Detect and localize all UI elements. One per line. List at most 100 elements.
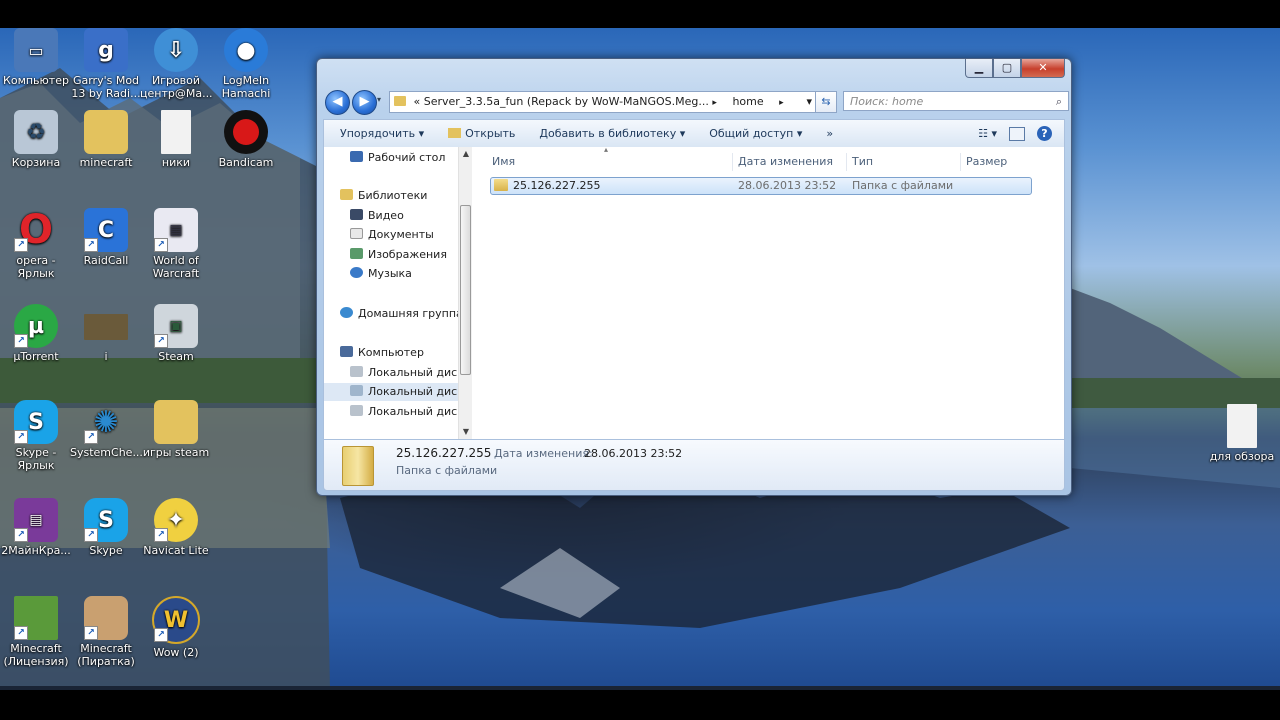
minimize-button[interactable]: ▁	[965, 59, 993, 78]
scroll-up-icon[interactable]: ▲	[459, 147, 472, 161]
desktop-icon-skype[interactable]: S ↗ Skype	[70, 498, 142, 557]
help-button[interactable]: ?	[1037, 126, 1052, 141]
desktop-icon-niki[interactable]: ники	[140, 110, 212, 169]
folder-icon	[394, 96, 406, 106]
desktop-icon-opera[interactable]: O ↗ opera - Ярлык	[0, 208, 72, 280]
desktop-icon-skype-shortcut[interactable]: S ↗ Skype - Ярлык	[0, 400, 72, 472]
desktop-icon-bandicam[interactable]: Bandicam	[210, 110, 282, 169]
scroll-down-icon[interactable]: ▼	[459, 425, 472, 439]
wow-shortcut-icon: ▦ ↗	[154, 208, 198, 252]
column-header-name[interactable]: Имя	[492, 151, 515, 173]
nav-item-local-disk-3[interactable]: Локальный диск	[350, 403, 464, 421]
back-arrow-icon: ◀	[332, 94, 343, 109]
desktop-icon-minecraft-folder[interactable]: minecraft	[70, 110, 142, 169]
desktop-icon-for-review[interactable]: для обзора	[1206, 404, 1278, 463]
address-segment-chevron: ▸	[779, 98, 784, 108]
nav-item-local-disk-1[interactable]: Локальный диск	[350, 364, 464, 382]
navicat-icon: ✦ ↗	[154, 498, 198, 542]
navigation-pane[interactable]: Рабочий стол Библиотеки Видео Документы …	[324, 147, 472, 439]
file-list[interactable]: ▴ Имя Дата изменения Тип Размер 25.126.2…	[474, 145, 1064, 439]
desktop-icon-computer[interactable]: ▭ Компьютер	[0, 28, 72, 87]
desktop-icon-recycle-bin[interactable]: ♻ Корзина	[0, 110, 72, 169]
desktop-icon-game-center[interactable]: ⇩ Игровой центр@Ma...	[140, 28, 213, 100]
raidcall-icon: C ↗	[84, 208, 128, 252]
nav-item-homegroup[interactable]: Домашняя группа	[340, 305, 463, 323]
column-header-size[interactable]: Размер	[966, 151, 1007, 173]
change-view-button[interactable]: ☷ ▾	[978, 127, 997, 140]
organize-button[interactable]: Упорядочить ▾	[324, 127, 436, 140]
disk-icon	[350, 385, 363, 396]
steam-icon: ▣ ↗	[154, 304, 198, 348]
details-date-label: Дата изменения:	[494, 447, 593, 460]
sort-indicator-icon: ▴	[604, 145, 609, 154]
desktop-icon-i[interactable]: i	[70, 304, 142, 363]
preview-pane-button[interactable]	[1009, 126, 1025, 141]
open-folder-icon	[448, 128, 462, 138]
nav-item-video[interactable]: Видео	[350, 207, 404, 225]
desktop-icon-navicat[interactable]: ✦ ↗ Navicat Lite	[140, 498, 212, 557]
back-button[interactable]: ◀	[325, 90, 350, 115]
address-segment-server[interactable]: Server_3.3.5a_fun (Repack by WoW-MaNGOS.…	[424, 95, 709, 108]
nav-item-music[interactable]: Музыка	[350, 265, 412, 283]
address-bar[interactable]: « Server_3.3.5a_fun (Repack by WoW-MaNGO…	[389, 91, 819, 113]
search-icon[interactable]: ⌕	[1056, 92, 1062, 112]
shortcut-arrow-icon: ↗	[14, 334, 28, 348]
desktop-icon-garrys-mod[interactable]: g Garry's Mod 13 by Radi...	[70, 28, 142, 100]
skype-icon: S ↗	[14, 400, 58, 444]
column-divider	[846, 153, 847, 171]
desktop-icon-winrar[interactable]: ▤ ↗ 2МайнКрa...	[0, 498, 72, 557]
desktop-icon-systemcheck[interactable]: ✺ ↗ SystemChe...	[70, 400, 143, 459]
shortcut-arrow-icon: ↗	[154, 334, 168, 348]
share-button[interactable]: Общий доступ ▾	[697, 127, 814, 140]
forward-button[interactable]: ▶	[352, 90, 377, 115]
address-prefix[interactable]: «	[414, 95, 421, 108]
file-type-cell: Папка с файлами	[852, 179, 954, 192]
file-name-cell[interactable]: 25.126.227.255	[494, 178, 600, 194]
desktop-icon-steam-games-folder[interactable]: игры steam	[140, 400, 212, 459]
libraries-icon	[340, 189, 353, 200]
recent-pages-dropdown[interactable]: ▾	[377, 95, 381, 104]
search-input[interactable]: Поиск: home ⌕	[843, 91, 1069, 111]
desktop-icon-wow[interactable]: W ↗ Wow (2)	[140, 596, 212, 659]
desktop-icon-raidcall[interactable]: C ↗ RaidCall	[70, 208, 142, 267]
shortcut-arrow-icon: ↗	[84, 430, 98, 444]
address-dropdown-icon[interactable]: ▾	[806, 92, 812, 112]
add-to-library-button[interactable]: Добавить в библиотеку ▾	[527, 127, 697, 140]
desktop-icon-hamachi[interactable]: ● LogMeIn Hamachi	[210, 28, 282, 100]
refresh-button[interactable]: ⇆	[815, 91, 837, 113]
column-header-type[interactable]: Тип	[852, 151, 873, 173]
scroll-thumb[interactable]	[460, 205, 471, 375]
nav-label: Документы	[368, 228, 434, 241]
column-divider	[960, 153, 961, 171]
desktop-icon-world-of-warcraft[interactable]: ▦ ↗ World of Warcraft	[140, 208, 212, 280]
taskbar-edge	[0, 686, 1280, 690]
forward-arrow-icon: ▶	[359, 94, 370, 109]
folder-icon	[342, 446, 374, 486]
nav-item-computer[interactable]: Компьютер	[340, 344, 424, 362]
desktop-icon-utorrent[interactable]: µ ↗ µTorrent	[0, 304, 72, 363]
explorer-window[interactable]: ▁ ▢ ✕ ◀ ▶ ▾ « Server_3.3.5a_fun (Repack …	[316, 58, 1072, 496]
file-date-cell: 28.06.2013 23:52	[738, 179, 837, 192]
nav-item-images[interactable]: Изображения	[350, 246, 447, 264]
desktop-icon-minecraft-license[interactable]: ↗ Minecraft (Лицензия)	[0, 596, 72, 668]
nav-scrollbar[interactable]: ▲ ▼	[458, 147, 472, 439]
desktop-icon	[350, 151, 363, 162]
details-type: Папка с файлами	[396, 464, 498, 477]
more-commands-button[interactable]: »	[814, 127, 845, 140]
open-button[interactable]: Открыть	[436, 127, 527, 140]
desktop-icon-minecraft-pirate[interactable]: ↗ Minecraft (Пиратка)	[70, 596, 142, 668]
opera-icon: O ↗	[14, 208, 58, 252]
maximize-button[interactable]: ▢	[993, 59, 1021, 78]
close-button[interactable]: ✕	[1021, 59, 1065, 78]
desktop-icon-steam[interactable]: ▣ ↗ Steam	[140, 304, 212, 363]
nav-item-desktop[interactable]: Рабочий стол	[350, 149, 445, 167]
bandicam-icon	[224, 110, 268, 154]
column-header-date[interactable]: Дата изменения	[738, 151, 833, 173]
view-controls: ☷ ▾ ?	[972, 126, 1064, 141]
text-file-icon	[1227, 404, 1257, 448]
address-segment-home[interactable]: home	[732, 95, 763, 108]
nav-item-libraries[interactable]: Библиотеки	[340, 187, 427, 205]
nav-item-documents[interactable]: Документы	[350, 226, 434, 244]
address-separator[interactable]: ▸	[712, 98, 717, 108]
nav-item-local-disk-2[interactable]: Локальный диск	[324, 383, 464, 401]
